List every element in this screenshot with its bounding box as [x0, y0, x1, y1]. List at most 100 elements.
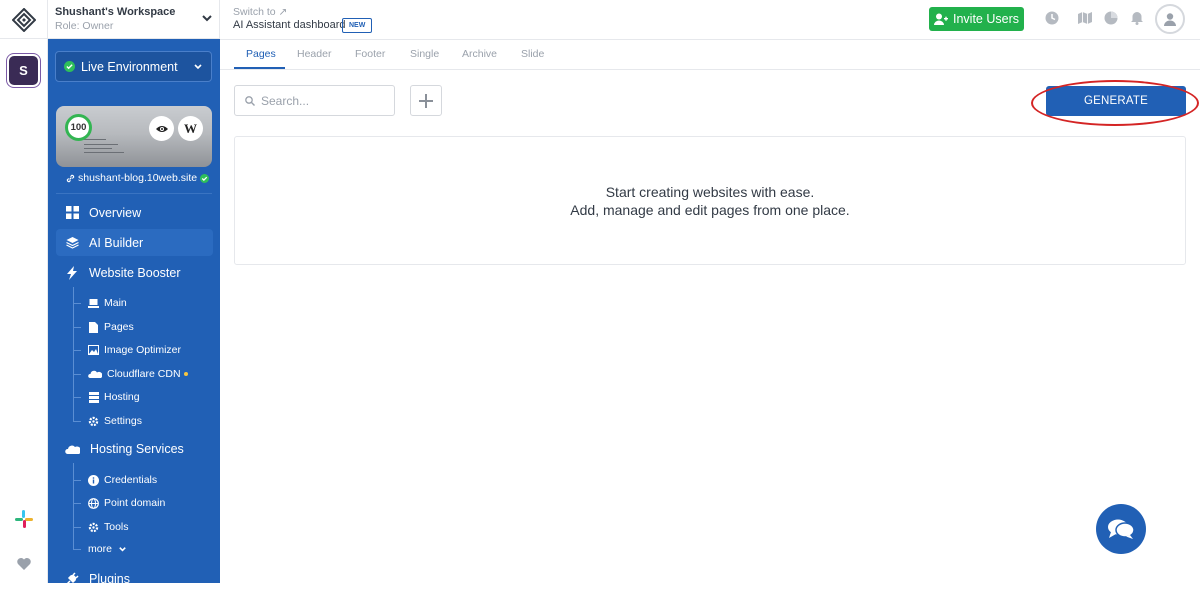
sidebar-more-toggle[interactable]: more: [88, 540, 127, 558]
performance-score-badge: 100: [65, 114, 92, 141]
map-icon[interactable]: [1078, 11, 1092, 25]
notification-dot: [183, 372, 188, 376]
heart-icon[interactable]: [16, 556, 32, 572]
tab-footer[interactable]: Footer: [355, 48, 385, 60]
sidebar-item-label: Hosting Services: [90, 441, 184, 456]
tree-line: [73, 463, 74, 549]
sidebar-subitem-label: Credentials: [104, 474, 158, 486]
cloud-icon: [65, 442, 80, 456]
empty-state-line-2: Add, manage and edit pages from one plac…: [570, 202, 850, 218]
pie-chart-icon[interactable]: [1104, 11, 1118, 25]
tab-archive[interactable]: Archive: [462, 48, 497, 60]
bell-icon[interactable]: [1130, 11, 1144, 25]
eye-icon: [155, 125, 168, 132]
environment-select[interactable]: Live Environment: [55, 51, 212, 82]
tree-line: [73, 287, 74, 421]
sidebar-subitem-label: Point domain: [104, 497, 166, 509]
page-icon: [88, 321, 99, 333]
switch-to-link[interactable]: Switch to ↗: [233, 6, 287, 18]
sidebar-divider: [56, 193, 212, 194]
wordpress-button[interactable]: W: [178, 116, 203, 141]
sidebar-subitem-label: Pages: [104, 321, 134, 333]
invite-users-label: Invite Users: [953, 12, 1019, 26]
sidebar-item-ai-builder[interactable]: AI Builder: [56, 229, 213, 256]
empty-state-line-1: Start creating websites with ease.: [605, 184, 815, 200]
sidebar-subitem-label: Settings: [104, 415, 142, 427]
sidebar-subitem-credentials[interactable]: Credentials: [88, 471, 157, 489]
sidebar-subitem-image-optimizer[interactable]: Image Optimizer: [88, 341, 181, 359]
info-icon: [88, 474, 99, 486]
chevron-down-icon: [202, 15, 212, 22]
sidebar-item-plugins[interactable]: Plugins: [56, 565, 213, 592]
rail-divider: [0, 38, 48, 39]
clock-icon[interactable]: [1045, 11, 1059, 25]
chevron-down-icon: [119, 546, 126, 552]
sidebar-subitem-hosting[interactable]: Hosting: [88, 388, 140, 406]
image-icon: [88, 345, 99, 356]
more-label: more: [88, 543, 112, 555]
slack-icon[interactable]: [15, 510, 33, 528]
template-tabs: Pages Header Footer Single Archive Slide: [220, 40, 1200, 70]
sidebar-subitem-point-domain[interactable]: Point domain: [88, 494, 165, 512]
environment-label: Live Environment: [81, 59, 178, 74]
sidebar-item-label: AI Builder: [89, 235, 144, 250]
add-user-icon: [934, 13, 948, 25]
sidebar-subitem-label: Hosting: [104, 391, 140, 403]
cloud-icon: [88, 369, 102, 380]
plus-icon: [419, 93, 433, 108]
sidebar-subitem-tools[interactable]: Tools: [88, 518, 129, 536]
sidebar-item-label: Overview: [89, 205, 142, 220]
sidebar-subitem-main[interactable]: Main: [88, 294, 127, 312]
grid-icon: [65, 206, 79, 220]
plug-icon: [65, 571, 79, 586]
verified-icon: [200, 173, 210, 183]
bolt-icon: [65, 265, 79, 280]
sidebar-item-hosting-services[interactable]: Hosting Services: [56, 435, 213, 462]
laptop-icon: [88, 298, 99, 309]
wordpress-icon: W: [184, 120, 197, 136]
workspace-role: Role: Owner: [55, 20, 114, 32]
tab-header[interactable]: Header: [297, 48, 331, 60]
sidebar-item-website-booster[interactable]: Website Booster: [56, 259, 213, 286]
sidebar-subitem-label: Tools: [104, 521, 129, 533]
search-input[interactable]: [261, 93, 381, 108]
empty-state-panel: Start creating websites with ease. Add, …: [234, 136, 1186, 265]
sidebar-item-overview[interactable]: Overview: [56, 199, 213, 226]
sidebar-subitem-pages[interactable]: Pages: [88, 318, 134, 336]
workspace-avatar[interactable]: S: [9, 56, 38, 85]
sidebar-subitem-label: Image Optimizer: [104, 344, 182, 356]
app-logo-icon[interactable]: [12, 8, 36, 32]
layers-icon: [65, 236, 79, 250]
gear-icon: [88, 416, 99, 427]
sidebar-subitem-settings[interactable]: Settings: [88, 412, 142, 430]
dashboard-title: AI Assistant dashboard: [233, 19, 346, 31]
generate-button[interactable]: GENERATE: [1046, 86, 1186, 116]
sidebar-subitem-cloudflare-cdn[interactable]: Cloudflare CDN: [88, 365, 188, 383]
sidebar-subitem-label: Main: [104, 297, 127, 309]
site-url-link[interactable]: shushant-blog.10web.site: [66, 172, 210, 184]
chat-button[interactable]: [1096, 504, 1146, 554]
gear-icon: [88, 522, 99, 533]
sidebar-subitem-label: Cloudflare CDN: [107, 368, 181, 380]
workspace-name: Shushant's Workspace: [55, 6, 176, 18]
workspace-switcher[interactable]: Shushant's Workspace Role: Owner: [48, 0, 220, 39]
active-tab-indicator: [234, 67, 285, 69]
add-page-button[interactable]: [410, 85, 442, 116]
invite-users-button[interactable]: Invite Users: [929, 7, 1024, 31]
globe-icon: [88, 497, 99, 509]
left-rail: S: [0, 0, 48, 583]
tab-pages[interactable]: Pages: [246, 48, 276, 60]
site-url-text: shushant-blog.10web.site: [78, 172, 198, 184]
top-bar: Switch to ↗ AI Assistant dashboard NEW I…: [220, 0, 1200, 40]
tab-slide[interactable]: Slide: [521, 48, 544, 60]
tab-single[interactable]: Single: [410, 48, 439, 60]
search-box[interactable]: [234, 85, 395, 116]
sidebar-item-label: Website Booster: [89, 265, 181, 280]
sidebar-item-label: Plugins: [89, 571, 130, 586]
user-avatar[interactable]: [1155, 4, 1185, 34]
chat-icon: [1108, 519, 1135, 539]
link-icon: [66, 174, 75, 182]
search-icon: [245, 95, 255, 106]
user-icon: [1164, 13, 1176, 26]
preview-button[interactable]: [149, 116, 174, 141]
